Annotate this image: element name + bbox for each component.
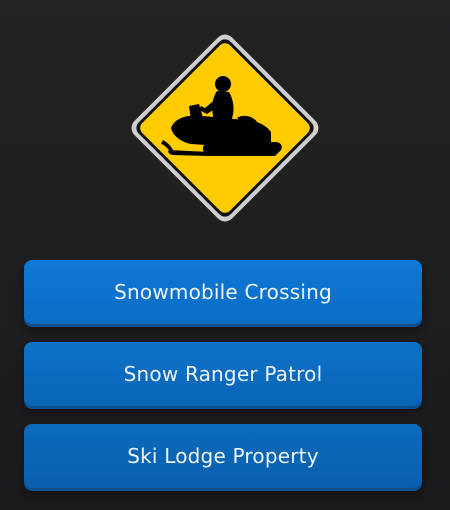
- answer-button-snow-ranger-patrol[interactable]: Snow Ranger Patrol: [24, 342, 422, 406]
- answer-label: Snow Ranger Patrol: [123, 362, 323, 386]
- answer-label: Ski Lodge Property: [127, 444, 319, 468]
- answer-button-snowmobile-crossing[interactable]: Snowmobile Crossing: [24, 260, 422, 324]
- snowmobile-sign-icon: [131, 34, 319, 222]
- answer-button-ski-lodge-property[interactable]: Ski Lodge Property: [24, 424, 422, 488]
- road-sign: [125, 28, 325, 228]
- answer-list: Snowmobile Crossing Snow Ranger Patrol S…: [24, 260, 422, 506]
- answer-label: Snowmobile Crossing: [114, 280, 332, 304]
